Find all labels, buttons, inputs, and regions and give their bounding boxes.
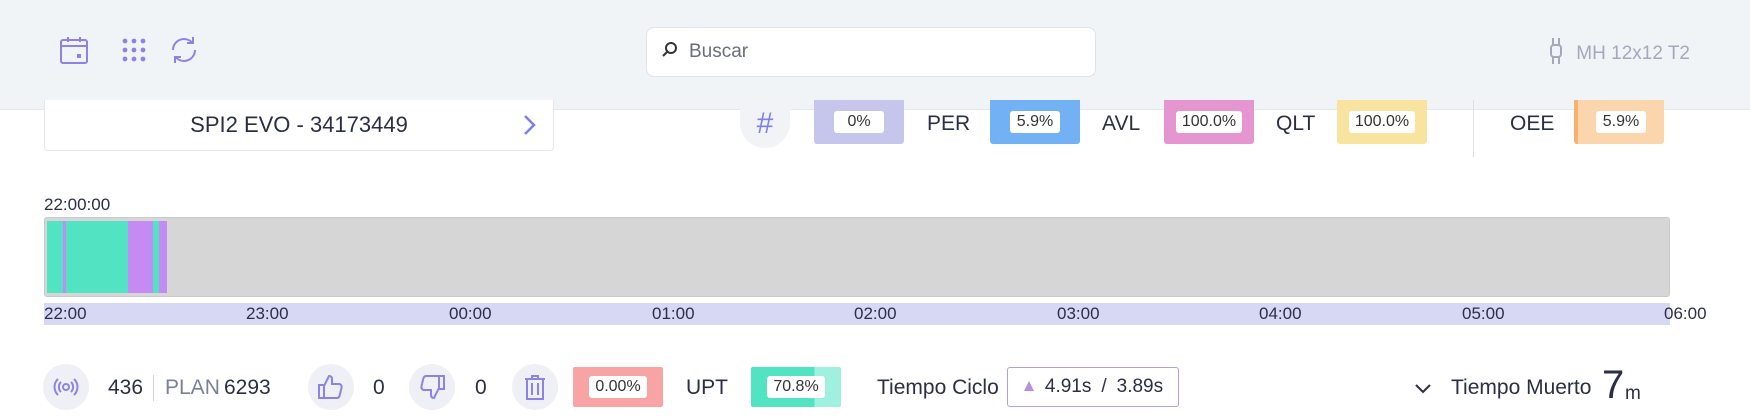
thumbs-up-icon[interactable] xyxy=(308,364,354,410)
cycle-time-box: 4.91s / 3.89s xyxy=(1007,367,1179,407)
hash-kpi-box: 0% xyxy=(814,100,904,144)
search-box[interactable] xyxy=(646,27,1096,77)
hash-kpi-value: 0% xyxy=(834,111,884,133)
timeline-segment-run[interactable] xyxy=(47,221,63,293)
top-bar: MH 12x12 T2 xyxy=(0,0,1750,110)
plan-value: 6293 xyxy=(224,376,271,399)
timeline-tick: 05:00 xyxy=(1462,304,1505,323)
per-label: PER xyxy=(927,112,971,135)
timeline-tick: 00:00 xyxy=(449,304,492,323)
trash-icon[interactable] xyxy=(512,364,558,410)
dead-time-value: 7 xyxy=(1602,363,1625,407)
cycle-time-actual: 4.91s xyxy=(1044,376,1092,397)
machine-name: SPI2 EVO - 34173449 xyxy=(190,112,408,137)
timeline-tick: 23:00 xyxy=(246,304,289,323)
timeline-start-time: 22:00:00 xyxy=(44,195,111,214)
refresh-icon[interactable] xyxy=(166,32,202,68)
oee-kpi-box: 5.9% xyxy=(1574,100,1664,144)
timeline-tick: 01:00 xyxy=(652,304,695,323)
good-count: 0 xyxy=(373,376,385,399)
qlt-label: QLT xyxy=(1276,112,1316,135)
qlt-kpi-box: 100.0% xyxy=(1337,100,1427,144)
upt-box: 70.8% xyxy=(751,367,841,407)
timeline-bar[interactable] xyxy=(44,217,1670,297)
dead-time-label: Tiempo Muerto xyxy=(1451,376,1592,399)
timeline-tick: 03:00 xyxy=(1057,304,1100,323)
dead-time-unit: m xyxy=(1625,383,1641,404)
cycle-time-label: Tiempo Ciclo xyxy=(877,376,999,399)
per-kpi-box: 5.9% xyxy=(990,100,1080,144)
plan-label: PLAN xyxy=(165,376,220,399)
avl-kpi-value: 100.0% xyxy=(1175,111,1243,133)
per-kpi-value: 5.9% xyxy=(1010,111,1060,133)
upt-value: 70.8% xyxy=(767,376,825,398)
chevron-down-icon[interactable] xyxy=(1413,379,1433,404)
watch-icon xyxy=(1548,36,1564,72)
scrap-percentage: 0.00% xyxy=(589,376,647,398)
grid-icon[interactable] xyxy=(116,32,152,68)
timeline-segment-run[interactable] xyxy=(66,221,128,293)
search-input[interactable] xyxy=(689,41,1069,63)
cycle-time-target: 3.89s xyxy=(1116,376,1164,397)
device-name: MH 12x12 T2 xyxy=(1576,43,1690,64)
timeline-tick: 04:00 xyxy=(1259,304,1302,323)
calendar-icon[interactable] xyxy=(56,32,92,68)
oee-kpi-value: 5.9% xyxy=(1596,111,1646,133)
machine-selector[interactable]: SPI2 EVO - 34173449 xyxy=(44,100,554,151)
scrap-percentage-box: 0.00% xyxy=(573,367,663,407)
oee-label: OEE xyxy=(1510,112,1555,135)
timeline-segment-stop[interactable] xyxy=(159,221,167,293)
piece-count: 436 xyxy=(108,376,144,399)
avl-label: AVL xyxy=(1102,112,1141,135)
device-selector[interactable]: MH 12x12 T2 xyxy=(1548,36,1690,72)
timeline-tick: 02:00 xyxy=(854,304,897,323)
timeline-segment-stop[interactable] xyxy=(128,221,153,293)
qlt-kpi-value: 100.0% xyxy=(1348,111,1416,133)
count-separator xyxy=(153,375,154,401)
hash-icon[interactable]: # xyxy=(740,100,790,148)
timeline-tick: 06:00 xyxy=(1664,304,1707,323)
upt-label: UPT xyxy=(686,376,728,399)
kpi-divider xyxy=(1473,100,1474,157)
chevron-right-icon[interactable] xyxy=(517,111,541,144)
avl-kpi-box: 100.0% xyxy=(1164,100,1254,144)
signal-icon[interactable] xyxy=(43,364,89,410)
thumbs-down-icon[interactable] xyxy=(409,364,455,410)
timeline-tick: 22:00 xyxy=(44,304,87,323)
cycle-time-separator: / xyxy=(1101,376,1107,397)
triangle-up-icon xyxy=(1023,376,1035,398)
search-icon xyxy=(661,41,679,64)
bad-count: 0 xyxy=(475,376,487,399)
